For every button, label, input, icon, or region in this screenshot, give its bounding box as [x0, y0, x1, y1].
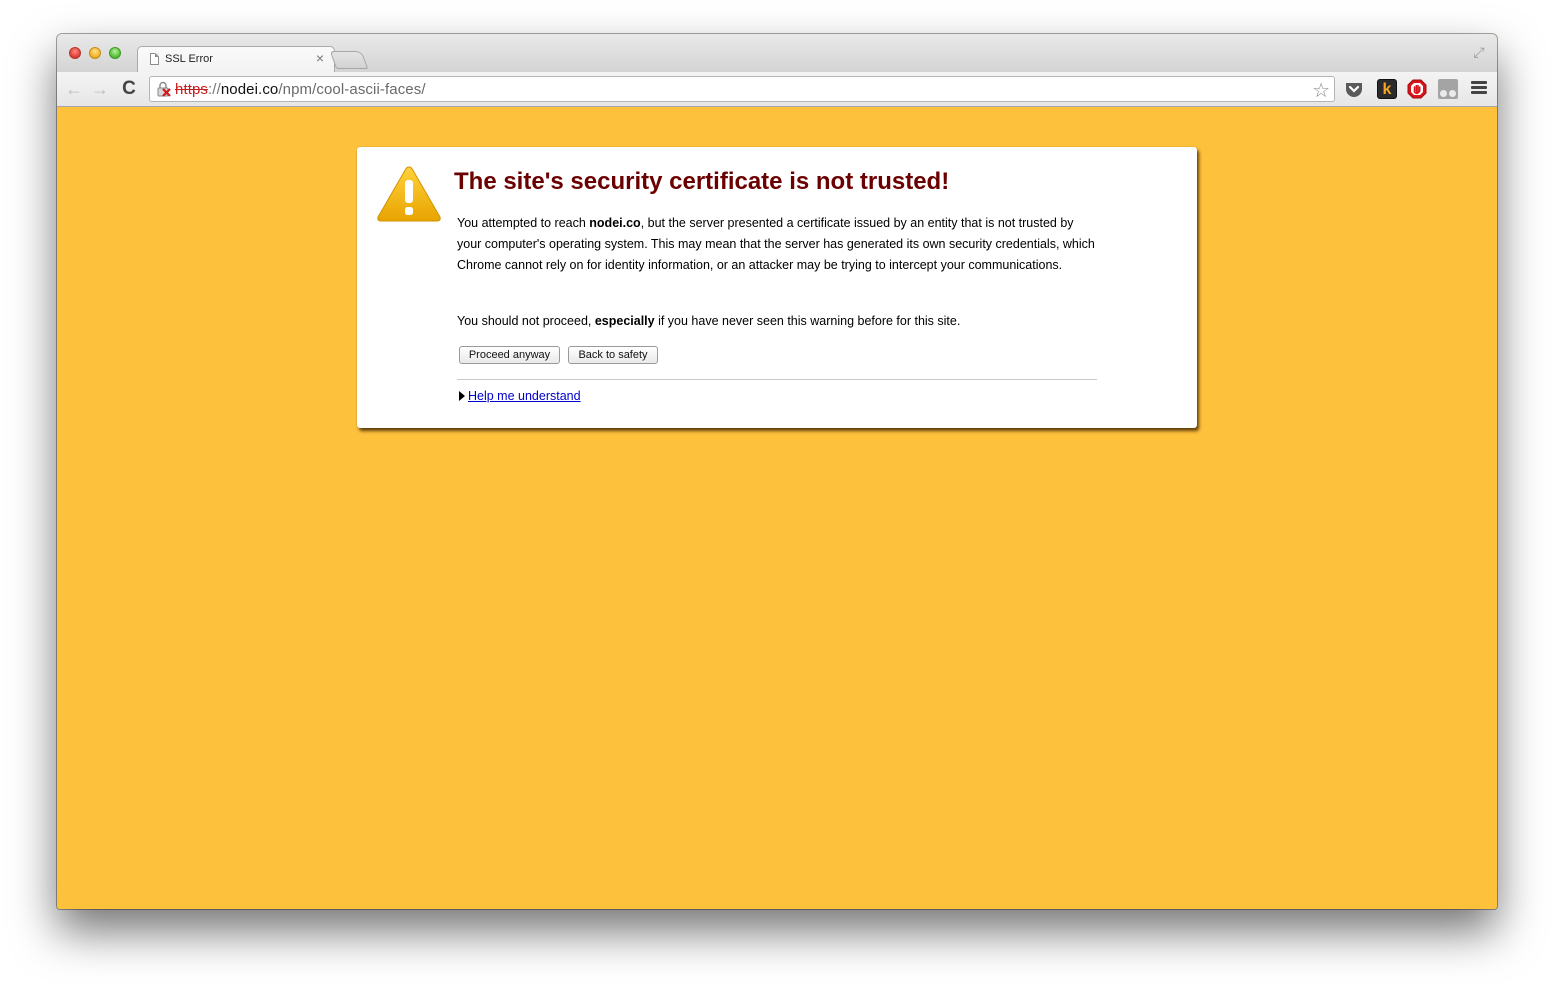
chrome-menu-icon[interactable] [1471, 81, 1487, 97]
advice-post: if you have never seen this warning befo… [654, 314, 961, 328]
zoom-window-button[interactable] [109, 47, 121, 59]
browser-toolbar: ← → C https://nodei.co/npm/cool-ascii-fa… [57, 72, 1497, 107]
url-scheme: https [175, 81, 209, 98]
ghostery-icon[interactable] [1438, 79, 1458, 99]
advice-emphasis: especially [594, 314, 655, 328]
url-host: nodei.co [220, 81, 279, 98]
help-me-understand-link[interactable]: Help me understand [468, 389, 581, 403]
adblock-icon[interactable] [1407, 79, 1427, 99]
page-icon [150, 53, 159, 65]
explanation-pre: You attempted to reach [457, 216, 590, 230]
advice-paragraph: You should not proceed, especially if yo… [457, 311, 1097, 332]
warning-icon [377, 166, 441, 222]
tab-close-icon[interactable]: × [316, 50, 324, 66]
page-content: The site's security certificate is not t… [57, 107, 1497, 909]
explanation-host: nodei.co [589, 216, 641, 230]
proceed-anyway-button[interactable]: Proceed anyway [459, 346, 560, 364]
broken-lock-icon[interactable] [156, 81, 172, 97]
explanation-paragraph: You attempted to reach nodei.co, but the… [457, 213, 1097, 276]
ssl-warning-box: The site's security certificate is not t… [357, 147, 1197, 428]
page-title: The site's security certificate is not t… [454, 168, 950, 195]
back-button[interactable]: ← [63, 78, 85, 100]
advice-pre: You should not proceed, [457, 314, 595, 328]
url-separator: :// [208, 81, 221, 98]
browser-window: SSL Error × ⤢ ← → C https://nodei.co/npm… [57, 34, 1497, 909]
forward-button[interactable]: → [89, 78, 111, 100]
pocket-icon[interactable] [1344, 79, 1364, 99]
k-extension-icon[interactable]: k [1377, 79, 1397, 99]
close-window-button[interactable] [69, 47, 81, 59]
minimize-window-button[interactable] [89, 47, 101, 59]
new-tab-button[interactable] [329, 51, 369, 69]
bookmark-star-icon[interactable]: ☆ [1312, 78, 1330, 103]
reload-button[interactable]: C [118, 78, 140, 100]
tab-title: SSL Error [165, 53, 213, 65]
title-bar: SSL Error × ⤢ [57, 34, 1497, 74]
fullscreen-icon[interactable]: ⤢ [1471, 44, 1487, 60]
tab-ssl-error[interactable]: SSL Error × [137, 46, 335, 74]
disclosure-triangle-icon[interactable] [459, 391, 465, 401]
help-section: Help me understand [459, 389, 581, 403]
address-bar[interactable]: https://nodei.co/npm/cool-ascii-faces/ ☆ [149, 76, 1335, 102]
url-text[interactable]: https://nodei.co/npm/cool-ascii-faces/ [175, 81, 426, 98]
back-to-safety-button[interactable]: Back to safety [568, 346, 658, 364]
divider [457, 379, 1097, 380]
url-path: /npm/cool-ascii-faces/ [278, 81, 426, 98]
